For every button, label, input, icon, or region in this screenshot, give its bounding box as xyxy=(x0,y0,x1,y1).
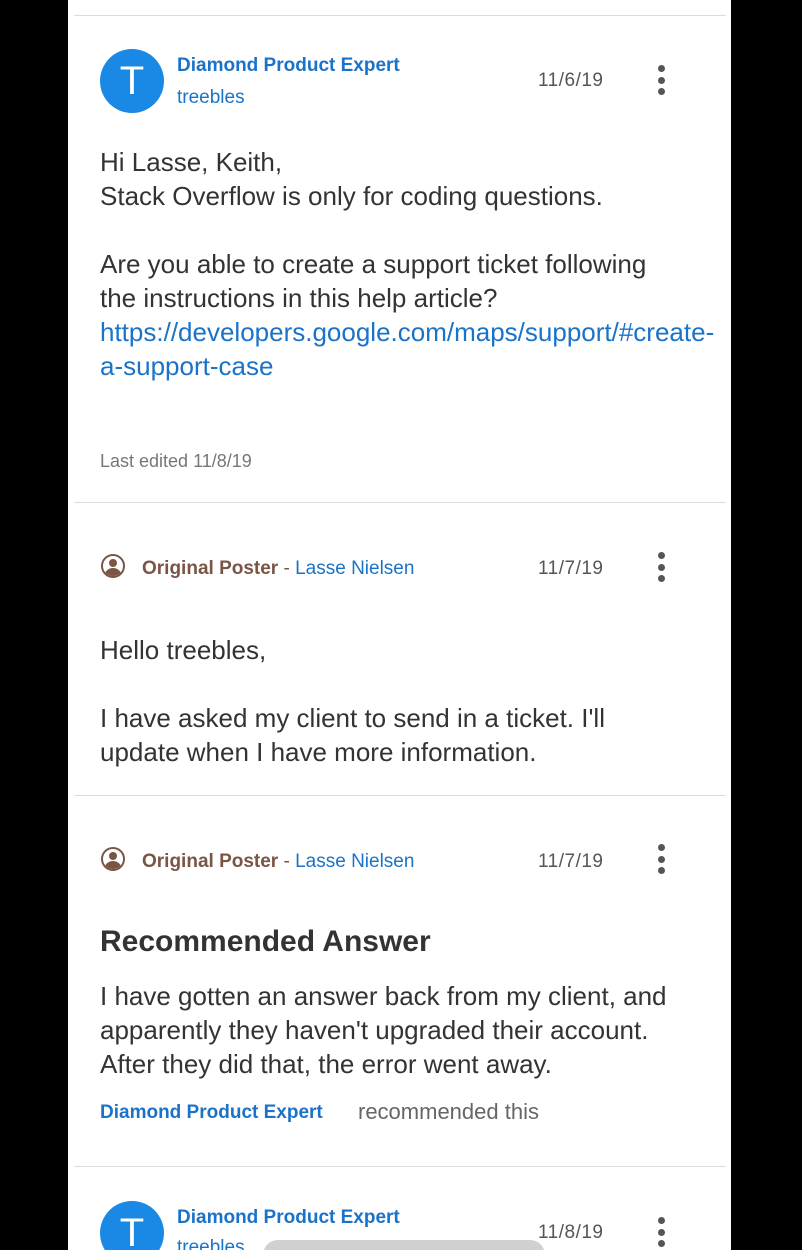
post-line xyxy=(100,667,731,701)
divider xyxy=(74,15,726,16)
op-username[interactable]: Lasse Nielsen xyxy=(295,558,414,579)
post-body: Hello treebles, I have asked my client t… xyxy=(100,633,731,769)
post-body: I have gotten an answer back from my cli… xyxy=(100,979,731,1081)
post-line: Are you able to create a support ticket … xyxy=(100,249,647,279)
author-username[interactable]: treebles xyxy=(177,87,245,109)
help-article-link-cont[interactable]: a-support-case xyxy=(100,349,731,383)
post-date: 11/8/19 xyxy=(538,1222,604,1243)
post-line: Hi Lasse, Keith, xyxy=(100,147,283,177)
avatar[interactable]: T xyxy=(100,49,164,113)
post-body: Hi Lasse, Keith, Stack Overflow is only … xyxy=(100,145,731,383)
divider xyxy=(74,795,726,796)
post-line: Stack Overflow is only for coding questi… xyxy=(100,181,603,211)
more-options-icon[interactable] xyxy=(656,844,666,874)
divider xyxy=(74,1166,726,1167)
recommended-answer-heading: Recommended Answer xyxy=(100,925,431,958)
op-byline: Original Poster - Lasse Nielsen xyxy=(142,851,414,873)
post-date: 11/7/19 xyxy=(538,851,604,872)
op-byline: Original Poster - Lasse Nielsen xyxy=(142,558,414,580)
more-options-icon[interactable] xyxy=(656,65,666,95)
author-username[interactable]: treebles xyxy=(177,1237,245,1250)
post-date: 11/6/19 xyxy=(538,70,604,91)
post-line: I have gotten an answer back from my cli… xyxy=(100,981,667,1011)
recommended-by[interactable]: Diamond Product Expert xyxy=(100,1102,323,1124)
post-line: the instructions in this help article? xyxy=(100,283,498,313)
account-circle-icon xyxy=(101,847,125,871)
recommended-text: recommended this xyxy=(358,1099,539,1124)
post-line: Hello treebles, xyxy=(100,635,267,665)
op-label: Original Poster xyxy=(142,558,279,579)
post-date: 11/7/19 xyxy=(538,558,604,579)
thread-card: T Diamond Product Expert treebles 11/6/1… xyxy=(68,0,731,1250)
scroll-handle[interactable] xyxy=(263,1240,545,1250)
op-label: Original Poster xyxy=(142,851,279,872)
author-role: Diamond Product Expert xyxy=(177,55,400,76)
more-options-icon[interactable] xyxy=(656,552,666,582)
post-line: update when I have more information. xyxy=(100,737,537,767)
post-line: I have asked my client to send in a tick… xyxy=(100,703,605,733)
op-separator: - xyxy=(278,558,296,579)
avatar[interactable]: T xyxy=(100,1201,164,1250)
more-options-icon[interactable] xyxy=(656,1217,666,1247)
divider xyxy=(74,502,726,503)
author-role: Diamond Product Expert xyxy=(177,1207,400,1228)
op-separator: - xyxy=(278,851,296,872)
post-line: apparently they haven't upgraded their a… xyxy=(100,1015,649,1045)
post-line xyxy=(100,213,731,247)
account-circle-icon xyxy=(101,554,125,578)
last-edited: Last edited 11/8/19 xyxy=(100,451,252,471)
post-line: After they did that, the error went away… xyxy=(100,1049,552,1079)
help-article-link[interactable]: https://developers.google.com/maps/suppo… xyxy=(100,315,731,349)
op-username[interactable]: Lasse Nielsen xyxy=(295,851,414,872)
